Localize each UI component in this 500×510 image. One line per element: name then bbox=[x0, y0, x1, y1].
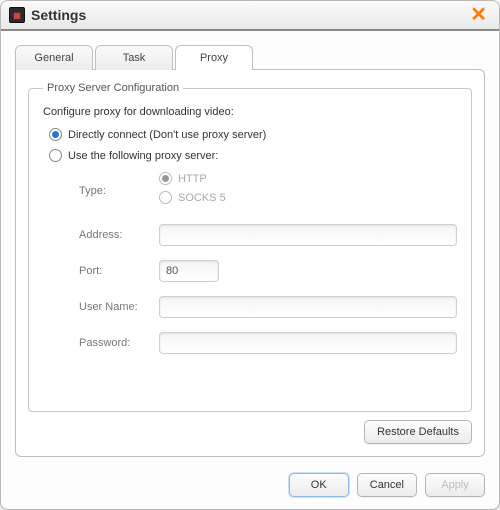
dialog-footer: OK Cancel Apply bbox=[1, 467, 499, 509]
cancel-button[interactable]: Cancel bbox=[357, 473, 417, 497]
proxy-config-group: Proxy Server Configuration Configure pro… bbox=[28, 82, 472, 412]
radio-label: Use the following proxy server: bbox=[68, 150, 218, 162]
radio-label: HTTP bbox=[178, 173, 207, 185]
close-icon[interactable]: ✕ bbox=[466, 5, 491, 25]
window-body: General Task Proxy Proxy Server Configur… bbox=[1, 31, 499, 467]
proxy-form: Type: HTTP SOCKS 5 bbox=[79, 172, 457, 354]
tab-strip: General Task Proxy bbox=[15, 45, 485, 70]
tab-task[interactable]: Task bbox=[95, 45, 173, 70]
restore-defaults-button[interactable]: Restore Defaults bbox=[364, 420, 472, 444]
address-input[interactable] bbox=[159, 224, 457, 246]
row-type: Type: HTTP SOCKS 5 bbox=[79, 172, 457, 210]
radio-icon bbox=[159, 191, 172, 204]
group-legend: Proxy Server Configuration bbox=[43, 82, 183, 94]
app-icon: ▦ bbox=[9, 7, 25, 23]
radio-label: Directly connect (Don't use proxy server… bbox=[68, 129, 266, 141]
password-input[interactable] bbox=[159, 332, 457, 354]
port-input[interactable] bbox=[159, 260, 219, 282]
settings-window: ▦ Settings ✕ General Task Proxy Proxy Se… bbox=[0, 0, 500, 510]
radio-use-proxy[interactable]: Use the following proxy server: bbox=[49, 149, 457, 162]
radio-type-http[interactable]: HTTP bbox=[159, 172, 226, 185]
row-port: Port: bbox=[79, 260, 457, 282]
radio-type-socks5[interactable]: SOCKS 5 bbox=[159, 191, 226, 204]
port-label: Port: bbox=[79, 265, 159, 277]
type-label: Type: bbox=[79, 185, 159, 197]
radio-icon bbox=[49, 128, 62, 141]
row-username: User Name: bbox=[79, 296, 457, 318]
username-input[interactable] bbox=[159, 296, 457, 318]
radio-icon bbox=[159, 172, 172, 185]
tab-general[interactable]: General bbox=[15, 45, 93, 70]
username-label: User Name: bbox=[79, 301, 159, 313]
window-title: Settings bbox=[31, 7, 86, 23]
address-label: Address: bbox=[79, 229, 159, 241]
panel-footer: Restore Defaults bbox=[28, 412, 472, 444]
group-description: Configure proxy for downloading video: bbox=[43, 106, 457, 118]
tab-panel-proxy: Proxy Server Configuration Configure pro… bbox=[15, 69, 485, 457]
radio-direct-connect[interactable]: Directly connect (Don't use proxy server… bbox=[49, 128, 457, 141]
radio-icon bbox=[49, 149, 62, 162]
titlebar: ▦ Settings ✕ bbox=[1, 1, 499, 31]
radio-label: SOCKS 5 bbox=[178, 192, 226, 204]
tab-proxy[interactable]: Proxy bbox=[175, 45, 253, 70]
ok-button[interactable]: OK bbox=[289, 473, 349, 497]
row-address: Address: bbox=[79, 224, 457, 246]
password-label: Password: bbox=[79, 337, 159, 349]
apply-button[interactable]: Apply bbox=[425, 473, 485, 497]
row-password: Password: bbox=[79, 332, 457, 354]
